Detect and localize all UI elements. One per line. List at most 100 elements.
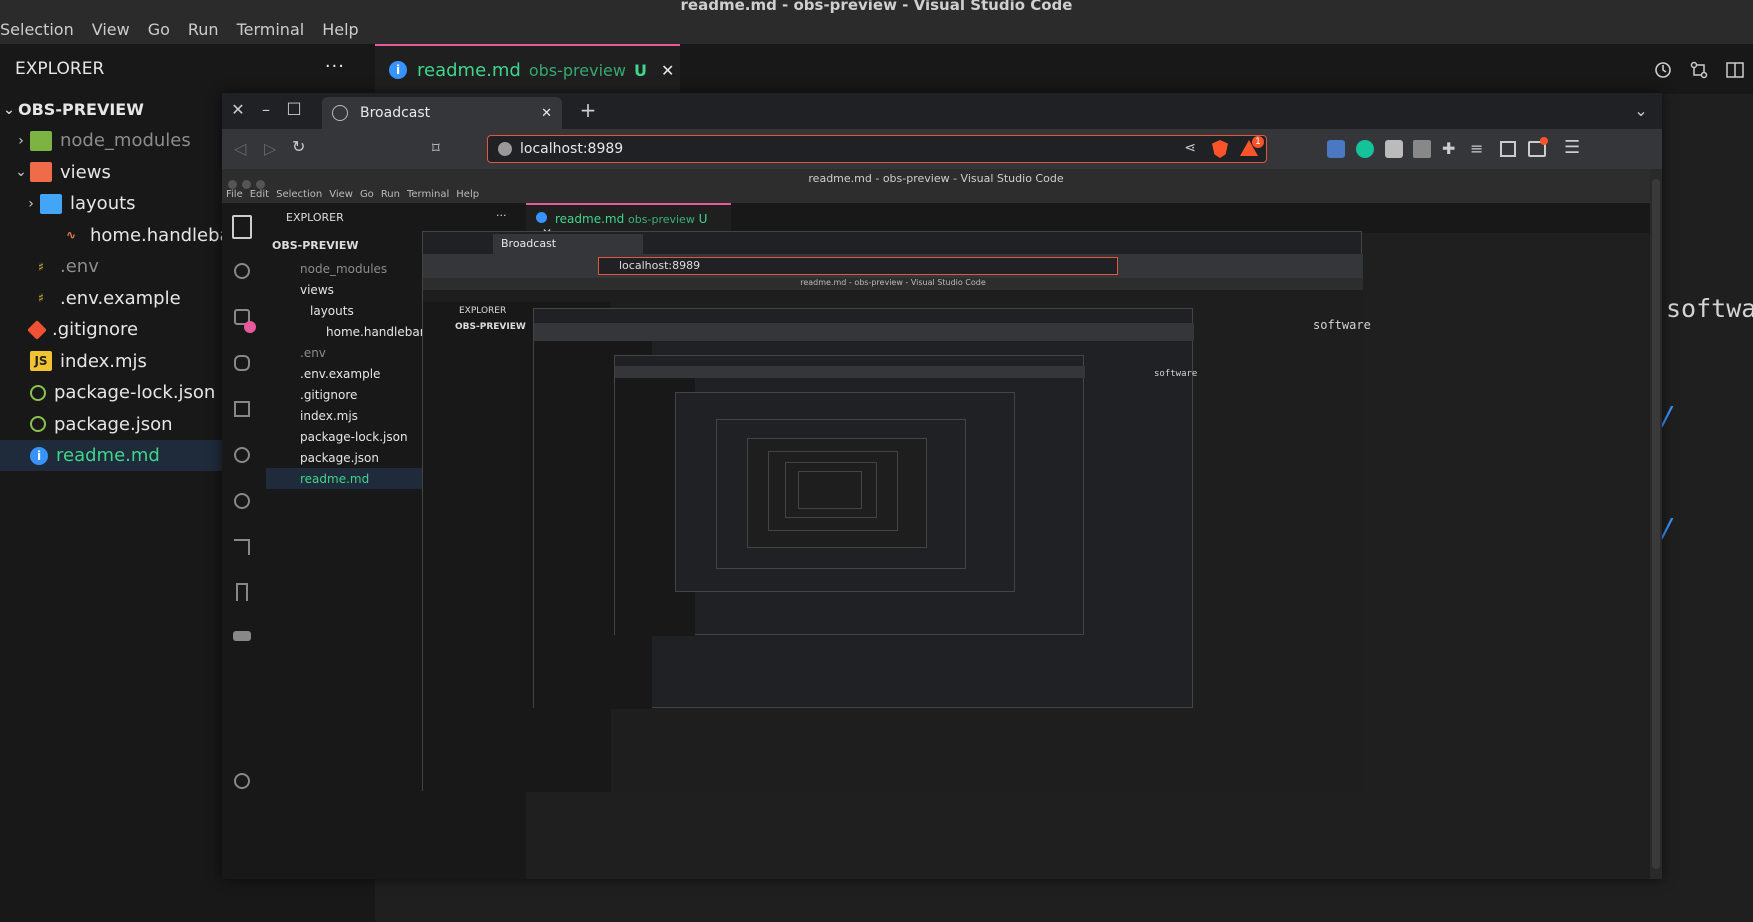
nested-browser-1: Broadcast localhost:8989 readme.md - obs… [422, 231, 1371, 792]
nested-activity [423, 302, 451, 792]
tab-list-button[interactable]: ⌄ [1630, 99, 1652, 121]
captured-menu: File Edit Selection View Go Run Terminal Help [222, 189, 1650, 203]
nested-browser-4 [675, 392, 1015, 592]
captured-tree-label: .env [300, 345, 326, 360]
nested-content: readme.md - obs-preview - Visual Studio … [423, 278, 1371, 792]
info-icon: i [30, 446, 48, 465]
menu-selection[interactable]: Selection [0, 20, 74, 39]
tab-readme[interactable]: i readme.md obs-preview U ✕ [375, 44, 680, 94]
globe-icon [332, 105, 348, 121]
captured-explorer-title: EXPLORER [286, 211, 344, 224]
browser-menu-button[interactable]: ☰ [1564, 137, 1580, 158]
forward-icon[interactable]: ▷ [264, 139, 276, 158]
site-info-icon[interactable] [498, 142, 512, 156]
captured-tree-label: node_modules [300, 261, 388, 276]
browser-scrollbar[interactable] [1650, 169, 1662, 879]
captured-activity-bar [222, 203, 266, 879]
nested-3-toolbar [615, 366, 1085, 378]
browser-tab-bar: ✕ – □ Broadcast ✕ + ⌄ [222, 93, 1662, 129]
captured-tab-readme: readme.md obs-preview U ✕ [526, 203, 731, 240]
debug-icon [234, 355, 250, 371]
tab-filename: readme.md [417, 59, 521, 81]
tree-item-label: .env [60, 256, 99, 277]
explorer-more-button[interactable]: ··· [325, 56, 345, 77]
browser-tab-broadcast[interactable]: Broadcast ✕ [322, 97, 562, 129]
tab-close-button[interactable]: ✕ [661, 61, 674, 80]
extension-m-icon[interactable] [1385, 140, 1403, 158]
window-close-button[interactable]: ✕ [228, 99, 248, 119]
captured-tree-label: package-lock.json [300, 429, 408, 444]
menu-help[interactable]: Help [322, 20, 358, 39]
extensions-puzzle-icon[interactable]: ✚ [1442, 139, 1455, 158]
tree-item-label: .env.example [60, 287, 181, 309]
tree-item-label: layouts [70, 193, 136, 214]
captured-tree-label: layouts [310, 303, 354, 318]
history-icon[interactable] [1651, 58, 1675, 82]
captured-tab-folder: obs-preview [628, 213, 695, 226]
menu-bar: Selection View Go Run Terminal Help [0, 14, 1753, 44]
share-icon[interactable]: ⋖ [1184, 140, 1196, 156]
nested-address: localhost:8989 [598, 257, 1118, 275]
git-graph-icon [234, 493, 250, 509]
broadcast-content[interactable]: readme.md - obs-preview - Visual Studio … [222, 169, 1650, 879]
qr-extension-icon[interactable] [1413, 140, 1431, 158]
nested-browser-2: software [533, 308, 1197, 709]
menu-go[interactable]: Go [148, 20, 170, 39]
sidebar-toggle-icon[interactable] [1500, 141, 1516, 157]
captured-tab-bar: readme.md obs-preview U ✕ [526, 203, 1650, 240]
nested-explorer-title: EXPLORER [459, 306, 507, 316]
explorer-title: EXPLORER [15, 59, 105, 79]
window-maximize-button[interactable]: □ [284, 97, 304, 117]
nested-title: readme.md - obs-preview - Visual Studio … [423, 278, 1363, 290]
compare-changes-icon[interactable] [1687, 58, 1711, 82]
brave-shields-icon[interactable] [1212, 140, 1228, 158]
info-icon [536, 212, 547, 223]
chevron-down-icon: ⌄ [3, 101, 15, 118]
captured-menu-help: Help [456, 189, 480, 200]
translate-extension-icon[interactable] [1327, 140, 1345, 158]
captured-title: readme.md - obs-preview - Visual Studio … [222, 169, 1650, 189]
folder-layouts-icon [40, 193, 62, 214]
tree-item-label: views [60, 161, 111, 183]
nested-fragment: software [1313, 318, 1371, 332]
nested-browser-7 [768, 451, 898, 531]
tab-untracked-badge: U [633, 60, 647, 80]
captured-tree-label: .gitignore [300, 387, 358, 402]
media-controls-icon[interactable]: ≡ [1470, 139, 1483, 158]
root-label: OBS-PREVIEW [18, 100, 144, 119]
node-icon [30, 416, 46, 432]
docker-icon [233, 631, 251, 641]
rewards-count-badge: 1 [1252, 136, 1264, 148]
code-fragment: softwa [1666, 294, 1753, 323]
nested-browser-3 [614, 355, 1085, 636]
wallet-notification-dot [1540, 137, 1548, 145]
captured-explorer-more: ··· [496, 209, 507, 222]
back-icon[interactable]: ◁ [234, 139, 246, 158]
menu-terminal[interactable]: Terminal [237, 20, 305, 39]
captured-menu-go: Go [359, 189, 374, 200]
window-titlebar: readme.md - obs-preview - Visual Studio … [0, 0, 1753, 14]
bookmark-icon[interactable]: ⌑ [432, 139, 440, 157]
captured-menu-run: Run [380, 189, 400, 200]
nested-browser-6 [747, 438, 927, 548]
menu-run[interactable]: Run [188, 20, 219, 39]
captured-tree-label: package.json [300, 450, 380, 465]
node-icon [30, 384, 46, 401]
browser-tab-label: Broadcast [360, 105, 431, 121]
window-minimize-button[interactable]: – [256, 99, 276, 119]
nested-2-activity [534, 341, 552, 709]
menu-view[interactable]: View [92, 20, 130, 39]
nested-2-toolbar [534, 323, 1194, 341]
share-icon [234, 539, 250, 555]
code-link-fragment: / [1660, 402, 1676, 432]
reload-icon[interactable]: ↻ [292, 137, 305, 156]
split-editor-icon[interactable] [1723, 58, 1747, 82]
browser-tab-close-button[interactable]: ✕ [541, 106, 552, 121]
tree-item-label: readme.md [56, 445, 160, 466]
address-bar[interactable]: localhost:8989 ⋖ 1 [487, 135, 1267, 163]
bookmarks-icon [236, 583, 248, 601]
scrollbar-thumb[interactable] [1652, 179, 1660, 869]
new-tab-button[interactable]: + [577, 98, 599, 122]
captured-tree-label: home.handlebars [326, 324, 431, 339]
grammarly-extension-icon[interactable] [1356, 140, 1374, 158]
